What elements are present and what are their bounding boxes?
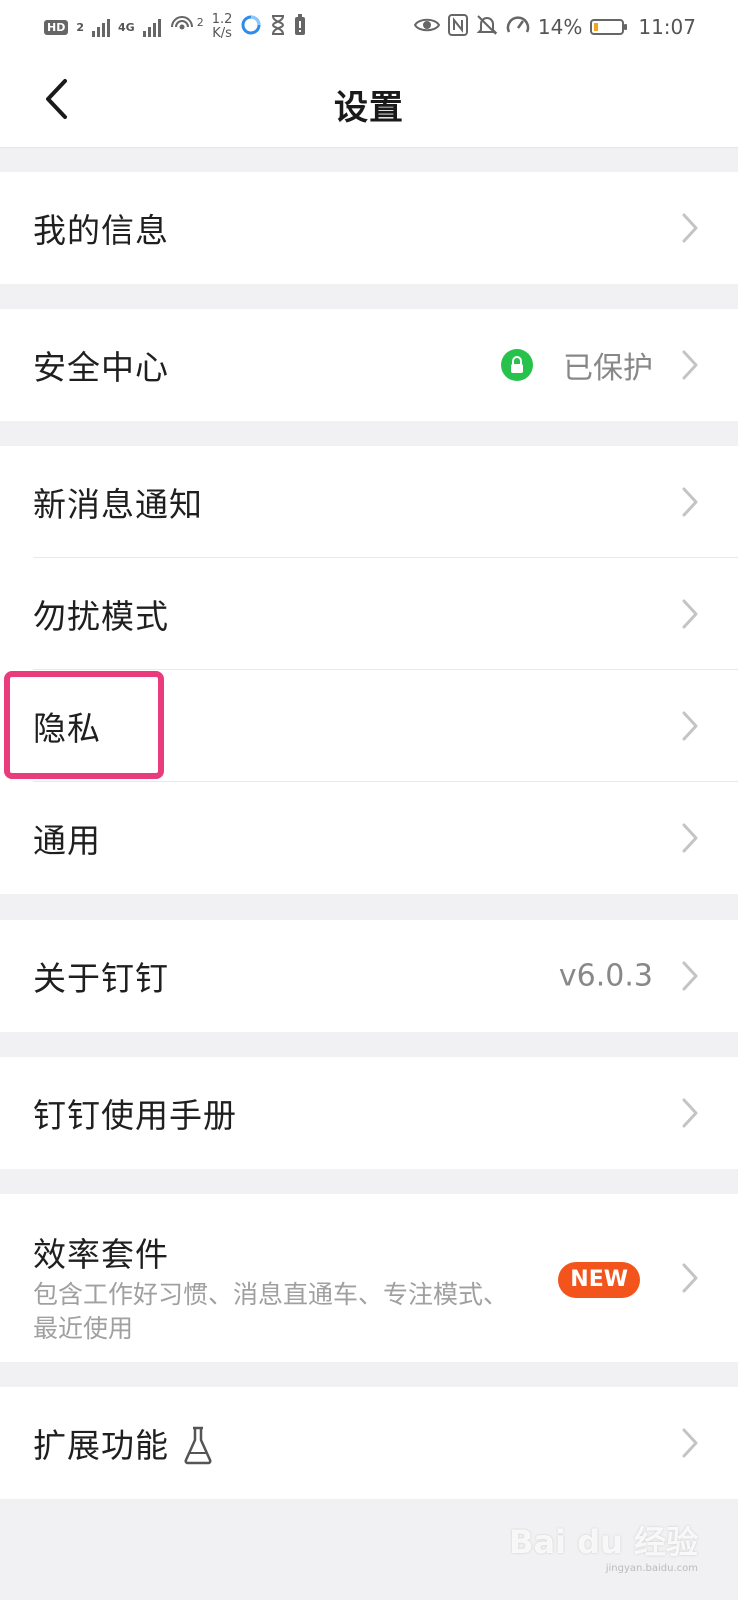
- privacy-row[interactable]: 隐私: [0, 670, 738, 782]
- manual-row[interactable]: 钉钉使用手册: [0, 1057, 738, 1169]
- watermark-subtext: jingyan.baidu.com: [605, 1563, 698, 1574]
- new-message-notification-label: 新消息通知: [33, 485, 203, 524]
- new-badge: NEW: [558, 1262, 640, 1298]
- nfc-icon: [447, 13, 468, 41]
- eye-icon: [413, 15, 441, 39]
- page-title: 设置: [334, 88, 404, 128]
- status-bar-right: 14% 11:07: [413, 12, 696, 42]
- privacy-label: 隐私: [33, 709, 101, 748]
- network-speed: 1.2 K/s: [212, 13, 233, 41]
- hotspot-icon: [169, 14, 195, 40]
- battery-icon: [590, 19, 628, 35]
- hotspot-count: 2: [196, 15, 204, 29]
- signal-icon: [92, 17, 110, 37]
- settings-group-about: 关于钉钉 v6.0.3: [0, 920, 738, 1032]
- security-center-row[interactable]: 安全中心 已保护: [0, 309, 738, 421]
- general-row[interactable]: 通用: [0, 782, 738, 894]
- speedometer-icon: [506, 14, 530, 41]
- about-row[interactable]: 关于钉钉 v6.0.3: [0, 920, 738, 1032]
- baidu-jingyan-watermark: Bai du 经验 jingyan.baidu.com: [509, 1517, 698, 1574]
- chevron-right-icon: [682, 823, 698, 853]
- sim-number: 2: [76, 20, 84, 34]
- speed-unit: K/s: [212, 26, 232, 41]
- efficiency-suite-label: 效率套件: [33, 1235, 169, 1274]
- settings-group-efficiency: 效率套件 包含工作好习惯、消息直通车、专注模式、最近使用 NEW: [0, 1194, 738, 1362]
- general-label: 通用: [33, 821, 101, 860]
- header: 设置: [0, 52, 738, 148]
- efficiency-suite-description: 包含工作好习惯、消息直通车、专注模式、最近使用: [33, 1280, 509, 1343]
- my-info-label: 我的信息: [33, 211, 169, 250]
- do-not-disturb-row[interactable]: 勿扰模式: [0, 558, 738, 670]
- settings-group-security: 安全中心 已保护: [0, 309, 738, 421]
- lock-icon: [501, 349, 533, 381]
- do-not-disturb-label: 勿扰模式: [33, 597, 169, 636]
- manual-label: 钉钉使用手册: [33, 1096, 237, 1135]
- battery-alert-icon: [294, 14, 306, 40]
- speed-value: 1.2: [211, 12, 233, 27]
- status-bar-left: HD 2 4G 2 1.2 K/s: [44, 12, 306, 42]
- new-message-notification-row[interactable]: 新消息通知: [0, 446, 738, 558]
- settings-group-extensions: 扩展功能: [0, 1387, 738, 1499]
- battery-level: [594, 23, 599, 31]
- efficiency-suite-row[interactable]: 效率套件 包含工作好习惯、消息直通车、专注模式、最近使用 NEW: [0, 1194, 738, 1362]
- chevron-right-icon: [682, 487, 698, 517]
- version-value: v6.0.3: [558, 958, 653, 994]
- chevron-right-icon: [682, 350, 698, 380]
- hourglass-icon: [270, 14, 286, 40]
- settings-group-general: 新消息通知 勿扰模式 隐私 通用: [0, 446, 738, 894]
- battery-percent: 14%: [537, 15, 583, 39]
- extensions-label: 扩展功能: [33, 1426, 169, 1465]
- status-bar: HD 2 4G 2 1.2 K/s 14% 11:07: [0, 0, 738, 52]
- chevron-right-icon: [682, 1428, 698, 1458]
- chevron-right-icon: [682, 599, 698, 629]
- app-notification-icon: [240, 14, 262, 40]
- about-label: 关于钉钉: [33, 959, 169, 998]
- signal-icon-2: [142, 17, 161, 37]
- my-info-row[interactable]: 我的信息: [0, 172, 738, 284]
- hd-badge: HD: [44, 19, 69, 35]
- security-center-label: 安全中心: [33, 348, 169, 387]
- extensions-row[interactable]: 扩展功能: [0, 1387, 738, 1499]
- chevron-right-icon: [682, 1263, 698, 1293]
- chevron-right-icon: [682, 711, 698, 741]
- flask-icon: [184, 1426, 212, 1465]
- watermark-text: Bai du 经验: [509, 1523, 698, 1561]
- chevron-right-icon: [682, 213, 698, 243]
- settings-group-profile: 我的信息: [0, 172, 738, 284]
- security-status: 已保护: [563, 351, 653, 386]
- network-type: 4G: [118, 20, 135, 34]
- mute-bell-icon: [476, 14, 498, 41]
- clock: 11:07: [638, 15, 696, 39]
- chevron-right-icon: [682, 961, 698, 991]
- settings-group-manual: 钉钉使用手册: [0, 1057, 738, 1169]
- chevron-right-icon: [682, 1098, 698, 1128]
